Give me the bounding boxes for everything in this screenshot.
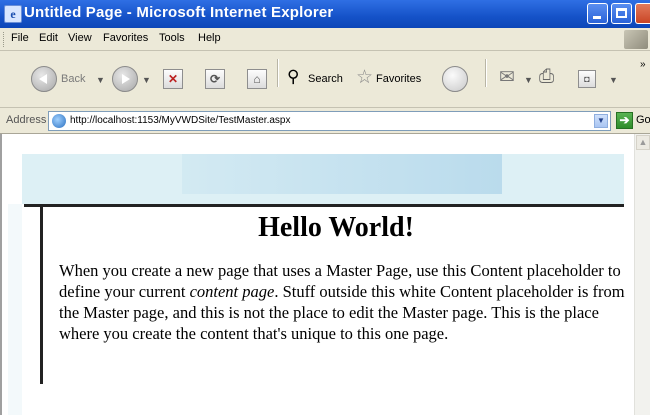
content-placeholder: Hello World! When you create a new page … <box>24 204 625 384</box>
viewport-border <box>0 134 2 415</box>
page-icon <box>52 114 66 128</box>
forward-dropdown-icon[interactable]: ▼ <box>142 75 151 85</box>
menu-bar: File Edit View Favorites Tools Help <box>0 28 650 51</box>
standard-toolbar: Back ▼ ▼ ✕ ⟳ ⌂ ⚲ Search ☆ Favorites ✉ ▼ … <box>0 51 650 108</box>
vertical-scrollbar[interactable]: ▲ <box>634 134 650 415</box>
content-left-border <box>40 204 43 384</box>
address-dropdown-icon[interactable]: ▼ <box>594 114 608 128</box>
refresh-icon[interactable]: ⟳ <box>205 69 225 89</box>
scroll-up-button[interactable]: ▲ <box>636 135 650 150</box>
windows-logo-icon <box>624 30 648 49</box>
edit-icon[interactable]: ◘ <box>578 70 596 88</box>
toolbar-grip[interactable] <box>3 32 7 47</box>
master-page-header <box>22 154 624 204</box>
address-url[interactable]: http://localhost:1153/MyVWDSite/TestMast… <box>70 115 290 126</box>
back-dropdown-icon[interactable]: ▼ <box>96 75 105 85</box>
menu-favorites[interactable]: Favorites <box>103 32 148 44</box>
minimize-button[interactable] <box>587 3 608 24</box>
edit-dropdown-icon[interactable]: ▼ <box>609 75 618 85</box>
forward-icon[interactable] <box>112 66 138 92</box>
back-icon[interactable] <box>31 66 57 92</box>
title-bar: e Untitled Page - Microsoft Internet Exp… <box>0 0 650 28</box>
home-icon[interactable]: ⌂ <box>247 69 267 89</box>
menu-view[interactable]: View <box>68 32 92 44</box>
menu-file[interactable]: File <box>11 32 29 44</box>
toolbar-overflow-icon[interactable]: » <box>640 59 646 70</box>
toolbar-separator <box>277 59 279 87</box>
mail-icon[interactable]: ✉ <box>499 66 515 89</box>
mail-dropdown-icon[interactable]: ▼ <box>524 75 533 85</box>
maximize-button[interactable] <box>611 3 632 24</box>
close-button[interactable] <box>635 3 650 24</box>
search-button[interactable]: Search <box>308 73 343 85</box>
header-decoration <box>182 154 502 194</box>
window-title: Untitled Page - Microsoft Internet Explo… <box>24 4 334 21</box>
address-input[interactable]: http://localhost:1153/MyVWDSite/TestMast… <box>48 111 611 131</box>
address-bar: Address http://localhost:1153/MyVWDSite/… <box>0 108 650 134</box>
content-paragraph: When you create a new page that uses a M… <box>59 260 634 344</box>
content-heading: Hello World! <box>258 212 414 243</box>
address-label: Address <box>6 114 47 126</box>
go-arrow-icon[interactable]: ➔ <box>616 112 633 129</box>
history-icon[interactable] <box>442 66 468 92</box>
content-top-border <box>24 204 624 207</box>
stop-icon[interactable]: ✕ <box>163 69 183 89</box>
toolbar-separator <box>485 59 487 87</box>
menu-edit[interactable]: Edit <box>39 32 58 44</box>
favorites-button[interactable]: Favorites <box>376 73 421 85</box>
page-viewport[interactable]: Hello World! When you create a new page … <box>0 134 650 415</box>
master-page-sidebar <box>8 204 22 415</box>
go-button[interactable]: Go <box>636 114 650 126</box>
favorites-icon[interactable]: ☆ <box>356 66 373 89</box>
back-label[interactable]: Back <box>61 73 85 85</box>
search-icon[interactable]: ⚲ <box>287 67 299 87</box>
menu-help[interactable]: Help <box>198 32 221 44</box>
paragraph-italic-text: content page <box>189 282 275 301</box>
ie-icon[interactable]: e <box>4 5 22 23</box>
print-icon[interactable]: ⎙ <box>539 66 554 88</box>
menu-tools[interactable]: Tools <box>159 32 185 44</box>
